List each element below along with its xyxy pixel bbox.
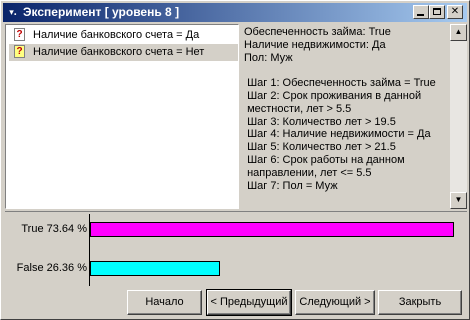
window-menu-icon[interactable]: ▾․ [6, 6, 20, 19]
list-item[interactable]: ? Наличие банковского счета = Да [9, 27, 238, 44]
result-chart: True 73.64 % False 26.36 % [5, 214, 467, 286]
arrow-down-icon: ▼ [454, 195, 463, 204]
info-text: Обеспеченность займа: True Наличие недви… [244, 26, 436, 192]
list-item[interactable]: ? Наличие банковского счета = Нет [9, 44, 238, 61]
question-icon: ? [14, 28, 25, 41]
list-item-label: Наличие банковского счета = Да [33, 29, 200, 41]
next-button[interactable]: Следующий > [295, 290, 375, 315]
scroll-down-button[interactable]: ▼ [450, 192, 467, 209]
previous-button[interactable]: < Предыдущий [206, 289, 292, 316]
bar [90, 222, 454, 237]
close-button[interactable]: ✕ [447, 5, 463, 19]
maximize-icon [433, 8, 441, 15]
scroll-up-button[interactable]: ▲ [450, 24, 467, 41]
bar [90, 261, 220, 276]
rule-list[interactable]: ? Наличие банковского счета = Да ? Налич… [5, 24, 239, 209]
list-item-label: Наличие банковского счета = Нет [33, 46, 205, 58]
title-bar[interactable]: ▾․ Эксперимент [ уровень 8 ] ✕ [3, 3, 467, 22]
info-scrollbar[interactable]: ▲ ▼ [450, 24, 467, 209]
category-label: True 73.64 % [21, 223, 87, 235]
question-icon: ? [14, 45, 25, 58]
minimize-icon [417, 14, 424, 16]
maximize-button[interactable] [429, 5, 445, 19]
close-icon: ✕ [450, 6, 460, 17]
arrow-up-icon: ▲ [454, 27, 463, 36]
window-title: Эксперимент [ уровень 8 ] [23, 5, 180, 19]
minimize-button[interactable] [413, 5, 429, 19]
experiment-window: ▾․ Эксперимент [ уровень 8 ] ✕ ? Наличие… [0, 0, 470, 320]
first-button[interactable]: Начало [127, 290, 202, 315]
category-label: False 26.36 % [16, 262, 87, 274]
close-dialog-button[interactable]: Закрыть [378, 290, 462, 315]
info-panel: Обеспеченность займа: True Наличие недви… [240, 24, 467, 209]
